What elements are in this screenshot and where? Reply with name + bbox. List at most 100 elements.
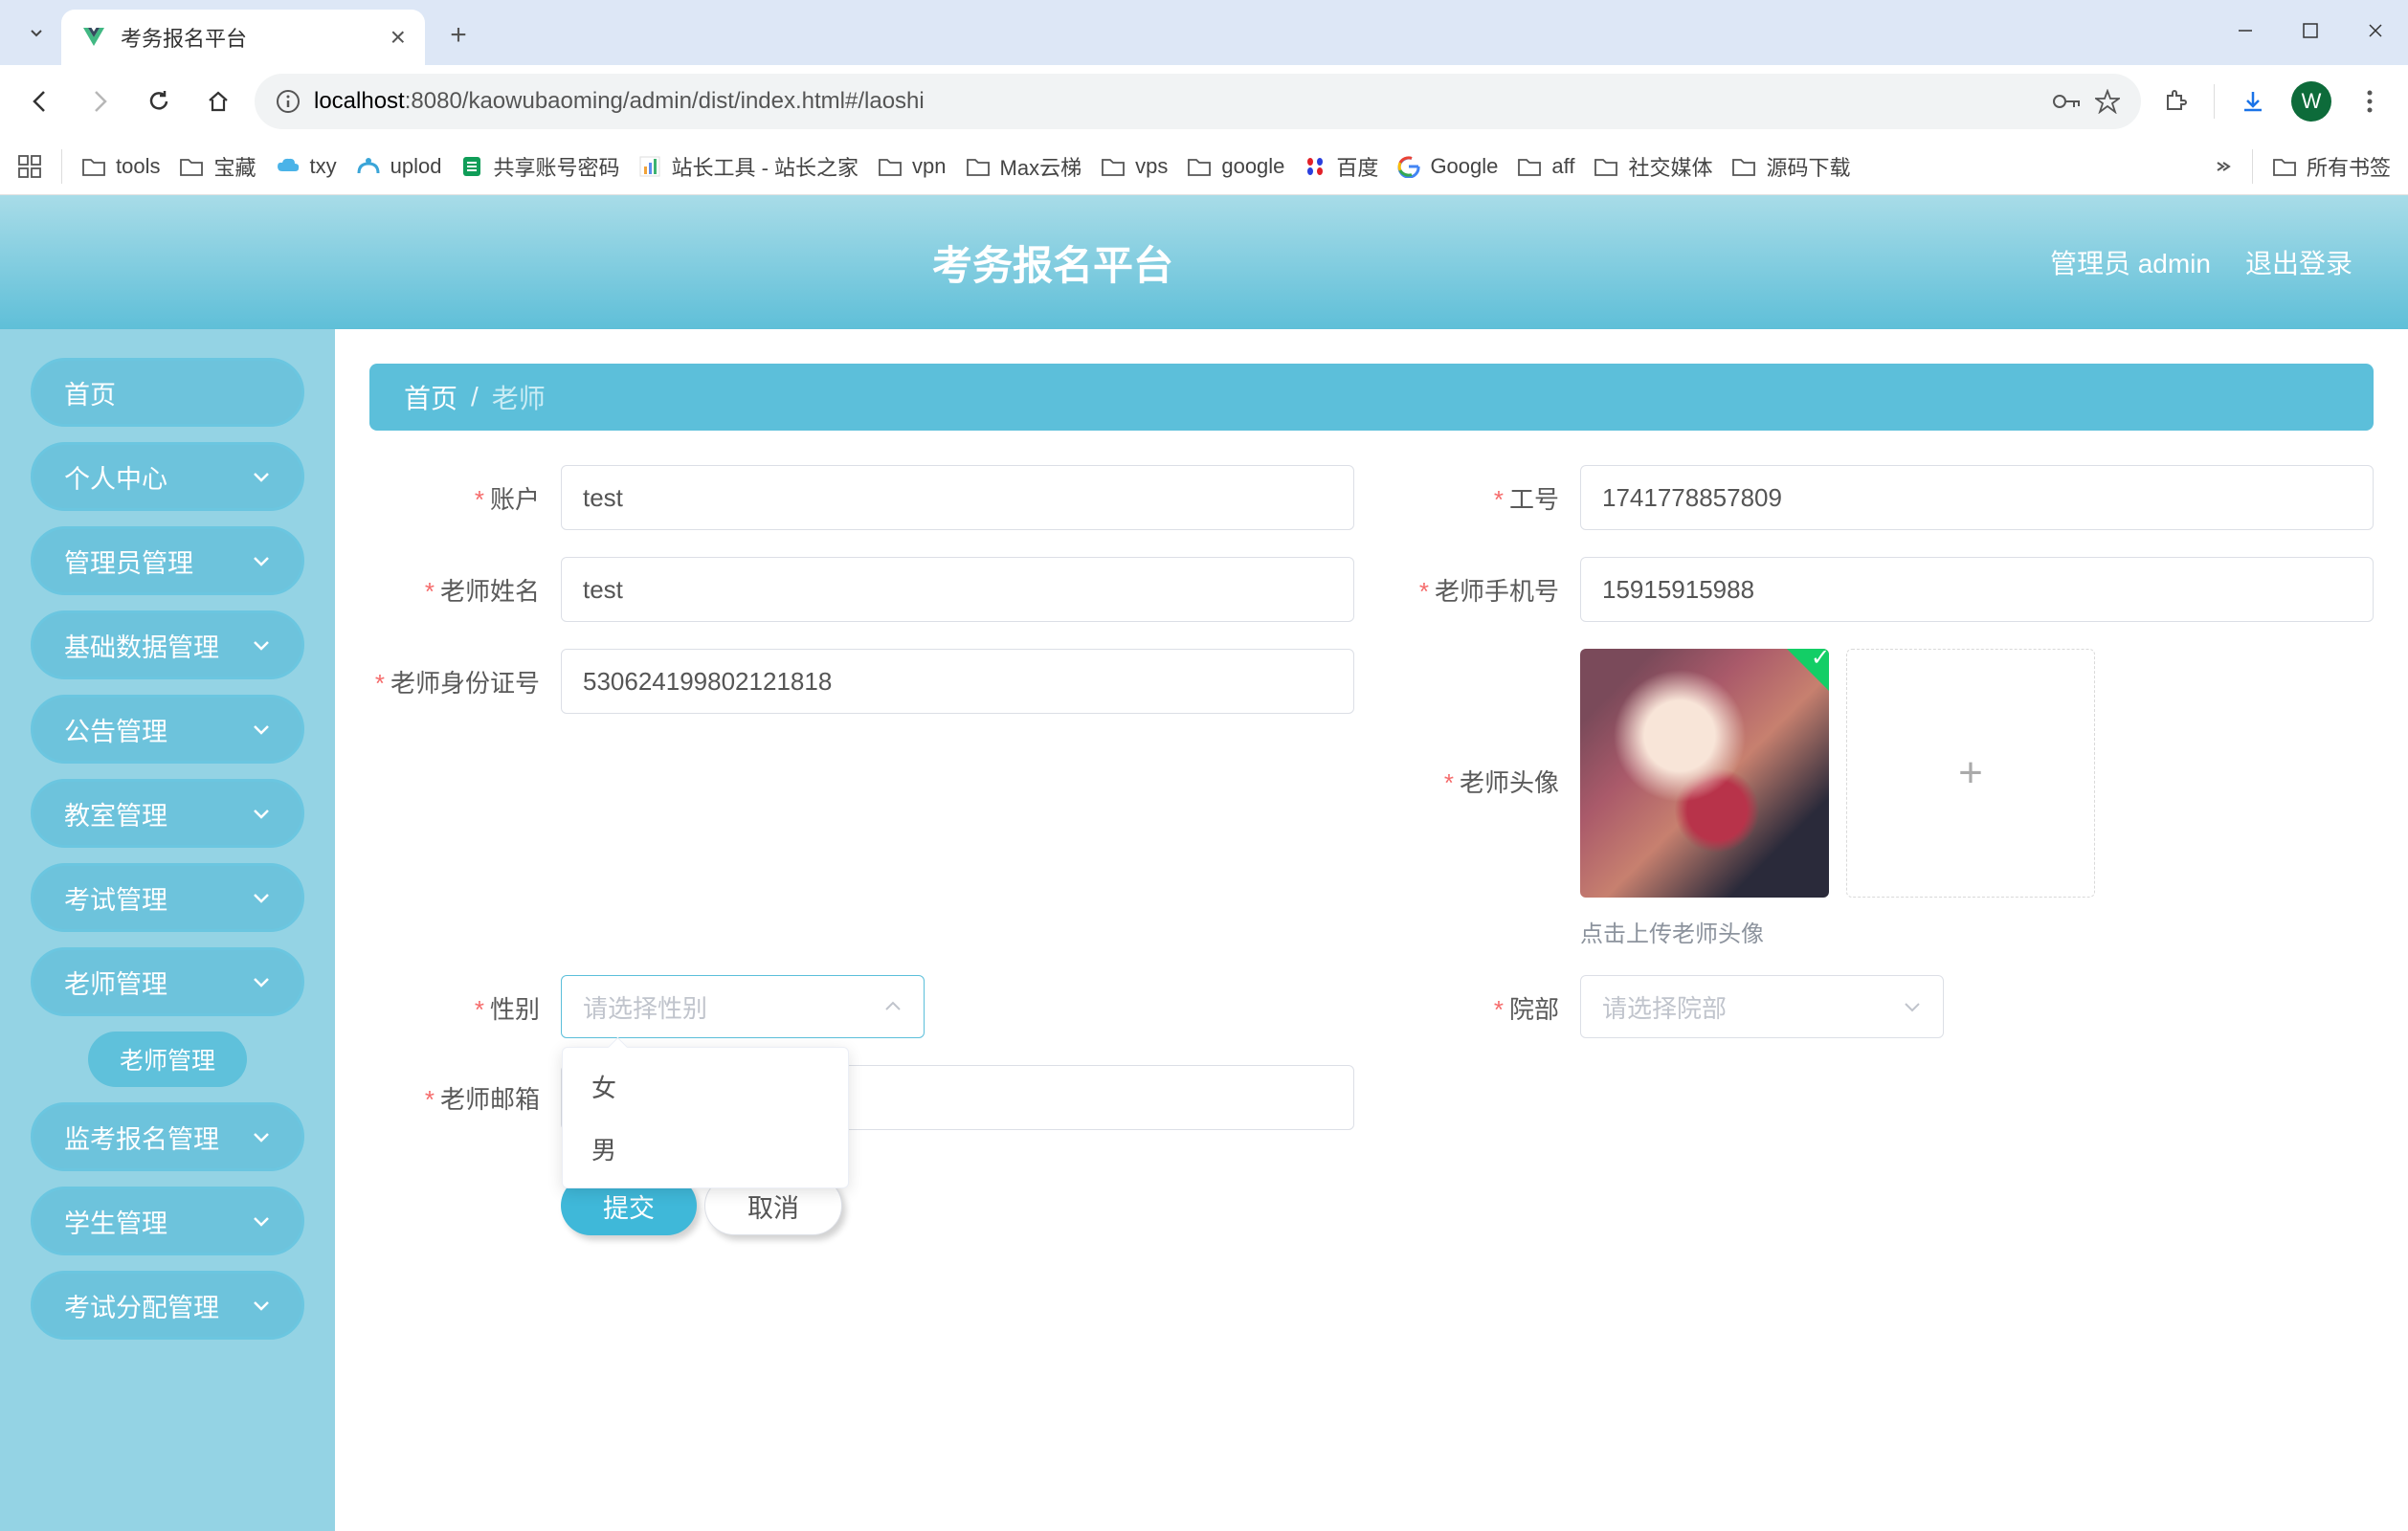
idcard-input[interactable] — [561, 649, 1354, 714]
sidebar-subitem-teacher-mgmt[interactable]: 老师管理 — [88, 1032, 247, 1087]
upload-success-icon: ✓ — [1787, 649, 1829, 691]
logout-link[interactable]: 退出登录 — [2245, 243, 2352, 281]
phone-label: *老师手机号 — [1389, 557, 1580, 608]
form-row-phone: *老师手机号 — [1389, 557, 2374, 622]
plus-icon: + — [1958, 749, 1983, 797]
bookmark-vps[interactable]: vps — [1101, 154, 1168, 179]
bookmark-shared-accounts[interactable]: 共享账号密码 — [460, 151, 619, 182]
app-title: 考务报名平台 — [56, 233, 2050, 292]
sidebar-item-proctor[interactable]: 监考报名管理 — [31, 1102, 304, 1171]
bookmark-baozang[interactable]: 宝藏 — [179, 151, 256, 182]
gender-select[interactable]: 请选择性别 女 男 — [561, 975, 925, 1038]
browser-tab[interactable]: 考务报名平台 × — [61, 10, 425, 65]
tab-search-button[interactable] — [11, 8, 61, 57]
breadcrumb-home[interactable]: 首页 — [404, 378, 457, 416]
tab-title: 考务报名平台 — [121, 22, 371, 53]
chevron-down-icon — [1903, 1000, 1922, 1013]
site-info-icon[interactable] — [276, 89, 301, 114]
bookmark-zhanzhang[interactable]: 站长工具 - 站长之家 — [638, 151, 858, 182]
form: *账户 *工号 *老师姓名 *老师手机号 *老师身份证号 *老师头像 — [369, 465, 2374, 1235]
bookmark-baidu[interactable]: 百度 — [1304, 151, 1378, 182]
sidebar-item-exam[interactable]: 考试管理 — [31, 863, 304, 932]
name-input[interactable] — [561, 557, 1354, 622]
name-label: *老师姓名 — [369, 557, 561, 608]
reload-button[interactable] — [136, 78, 182, 124]
avatar-preview[interactable]: ✓ — [1580, 649, 1829, 898]
gender-dropdown: 女 男 — [562, 1047, 849, 1188]
sidebar-item-exam-assign[interactable]: 考试分配管理 — [31, 1271, 304, 1340]
idcard-label: *老师身份证号 — [369, 649, 561, 699]
breadcrumb: 首页 / 老师 — [369, 364, 2374, 431]
jobid-label: *工号 — [1389, 465, 1580, 516]
sidebar-item-admin[interactable]: 管理员管理 — [31, 526, 304, 595]
bookmark-vpn[interactable]: vpn — [878, 154, 946, 179]
account-label: *账户 — [369, 465, 561, 516]
chevron-down-icon — [252, 807, 271, 820]
chevron-down-icon — [252, 722, 271, 736]
separator — [61, 149, 62, 184]
sidebar-item-classroom[interactable]: 教室管理 — [31, 779, 304, 848]
sidebar-item-announcement[interactable]: 公告管理 — [31, 695, 304, 764]
form-row-jobid: *工号 — [1389, 465, 2374, 530]
bookmark-aff[interactable]: aff — [1517, 154, 1574, 179]
apps-icon[interactable] — [17, 154, 42, 179]
sidebar-item-home[interactable]: 首页 — [31, 358, 304, 427]
bookmark-max-yunti[interactable]: Max云梯 — [966, 151, 1082, 182]
password-key-icon[interactable] — [2053, 92, 2082, 111]
avatar-upload-button[interactable]: + — [1846, 649, 2095, 898]
bookmark-uplod[interactable]: uplod — [356, 154, 442, 179]
main-content: 首页 / 老师 *账户 *工号 *老师姓名 *老师手机号 *老师身份 — [335, 329, 2408, 1531]
account-input[interactable] — [561, 465, 1354, 530]
url-input[interactable]: localhost:8080/kaowubaoming/admin/dist/i… — [255, 74, 2141, 129]
separator — [2252, 149, 2253, 184]
form-row-account: *账户 — [369, 465, 1354, 530]
extensions-icon[interactable] — [2154, 80, 2196, 122]
profile-avatar[interactable]: W — [2291, 81, 2331, 122]
tab-close-button[interactable]: × — [390, 22, 406, 53]
sidebar: 首页 个人中心 管理员管理 基础数据管理 公告管理 教室管理 考试管理 老师管理 — [0, 329, 335, 1531]
address-bar: localhost:8080/kaowubaoming/admin/dist/i… — [0, 65, 2408, 138]
sidebar-item-teacher[interactable]: 老师管理 — [31, 947, 304, 1016]
bookmark-google-folder[interactable]: google — [1187, 154, 1284, 179]
close-window-button[interactable] — [2343, 8, 2408, 54]
bookmark-txy[interactable]: txy — [276, 154, 337, 179]
browser-chrome: 考务报名平台 × + localhost:8080/kaowubaoming/a… — [0, 0, 2408, 195]
chevron-down-icon — [252, 891, 271, 904]
email-label: *老师邮箱 — [369, 1065, 561, 1116]
chevron-down-icon — [252, 554, 271, 567]
form-row-avatar: *老师头像 ✓ + 点击上传老师头像 — [1389, 649, 2374, 948]
sidebar-item-basedata[interactable]: 基础数据管理 — [31, 610, 304, 679]
dept-select[interactable]: 请选择院部 — [1580, 975, 1944, 1038]
jobid-input[interactable] — [1580, 465, 2374, 530]
menu-icon[interactable] — [2349, 80, 2391, 122]
form-row-email: *老师邮箱 — [369, 1065, 1354, 1130]
minimize-button[interactable] — [2213, 8, 2278, 54]
sidebar-item-personal[interactable]: 个人中心 — [31, 442, 304, 511]
back-button[interactable] — [17, 78, 63, 124]
forward-button[interactable] — [77, 78, 123, 124]
all-bookmarks[interactable]: 所有书签 — [2272, 151, 2391, 182]
gender-option-female[interactable]: 女 — [563, 1055, 848, 1118]
tab-bar: 考务报名平台 × + — [0, 0, 2408, 65]
form-row-gender: *性别 请选择性别 女 男 — [369, 975, 1354, 1038]
phone-input[interactable] — [1580, 557, 2374, 622]
bookmark-overflow[interactable] — [2210, 161, 2233, 172]
app-header: 考务报名平台 管理员 admin 退出登录 — [0, 195, 2408, 329]
form-row-dept: *院部 请选择院部 — [1389, 975, 2374, 1038]
bookmark-google[interactable]: Google — [1397, 154, 1498, 179]
avatar-hint: 点击上传老师头像 — [1580, 915, 2374, 948]
breadcrumb-current: 老师 — [492, 378, 546, 416]
dept-label: *院部 — [1389, 975, 1580, 1026]
maximize-button[interactable] — [2278, 8, 2343, 54]
downloads-icon[interactable] — [2232, 80, 2274, 122]
gender-option-male[interactable]: 男 — [563, 1118, 848, 1180]
user-label[interactable]: 管理员 admin — [2050, 243, 2211, 281]
sidebar-item-student[interactable]: 学生管理 — [31, 1187, 304, 1255]
bookmark-tools[interactable]: tools — [81, 154, 160, 179]
new-tab-button[interactable]: + — [435, 11, 482, 59]
home-button[interactable] — [195, 78, 241, 124]
bookmark-social[interactable]: 社交媒体 — [1594, 151, 1712, 182]
bookmark-star-icon[interactable] — [2095, 89, 2120, 114]
bookmark-source-download[interactable]: 源码下载 — [1731, 151, 1850, 182]
chevron-down-icon — [252, 1298, 271, 1312]
